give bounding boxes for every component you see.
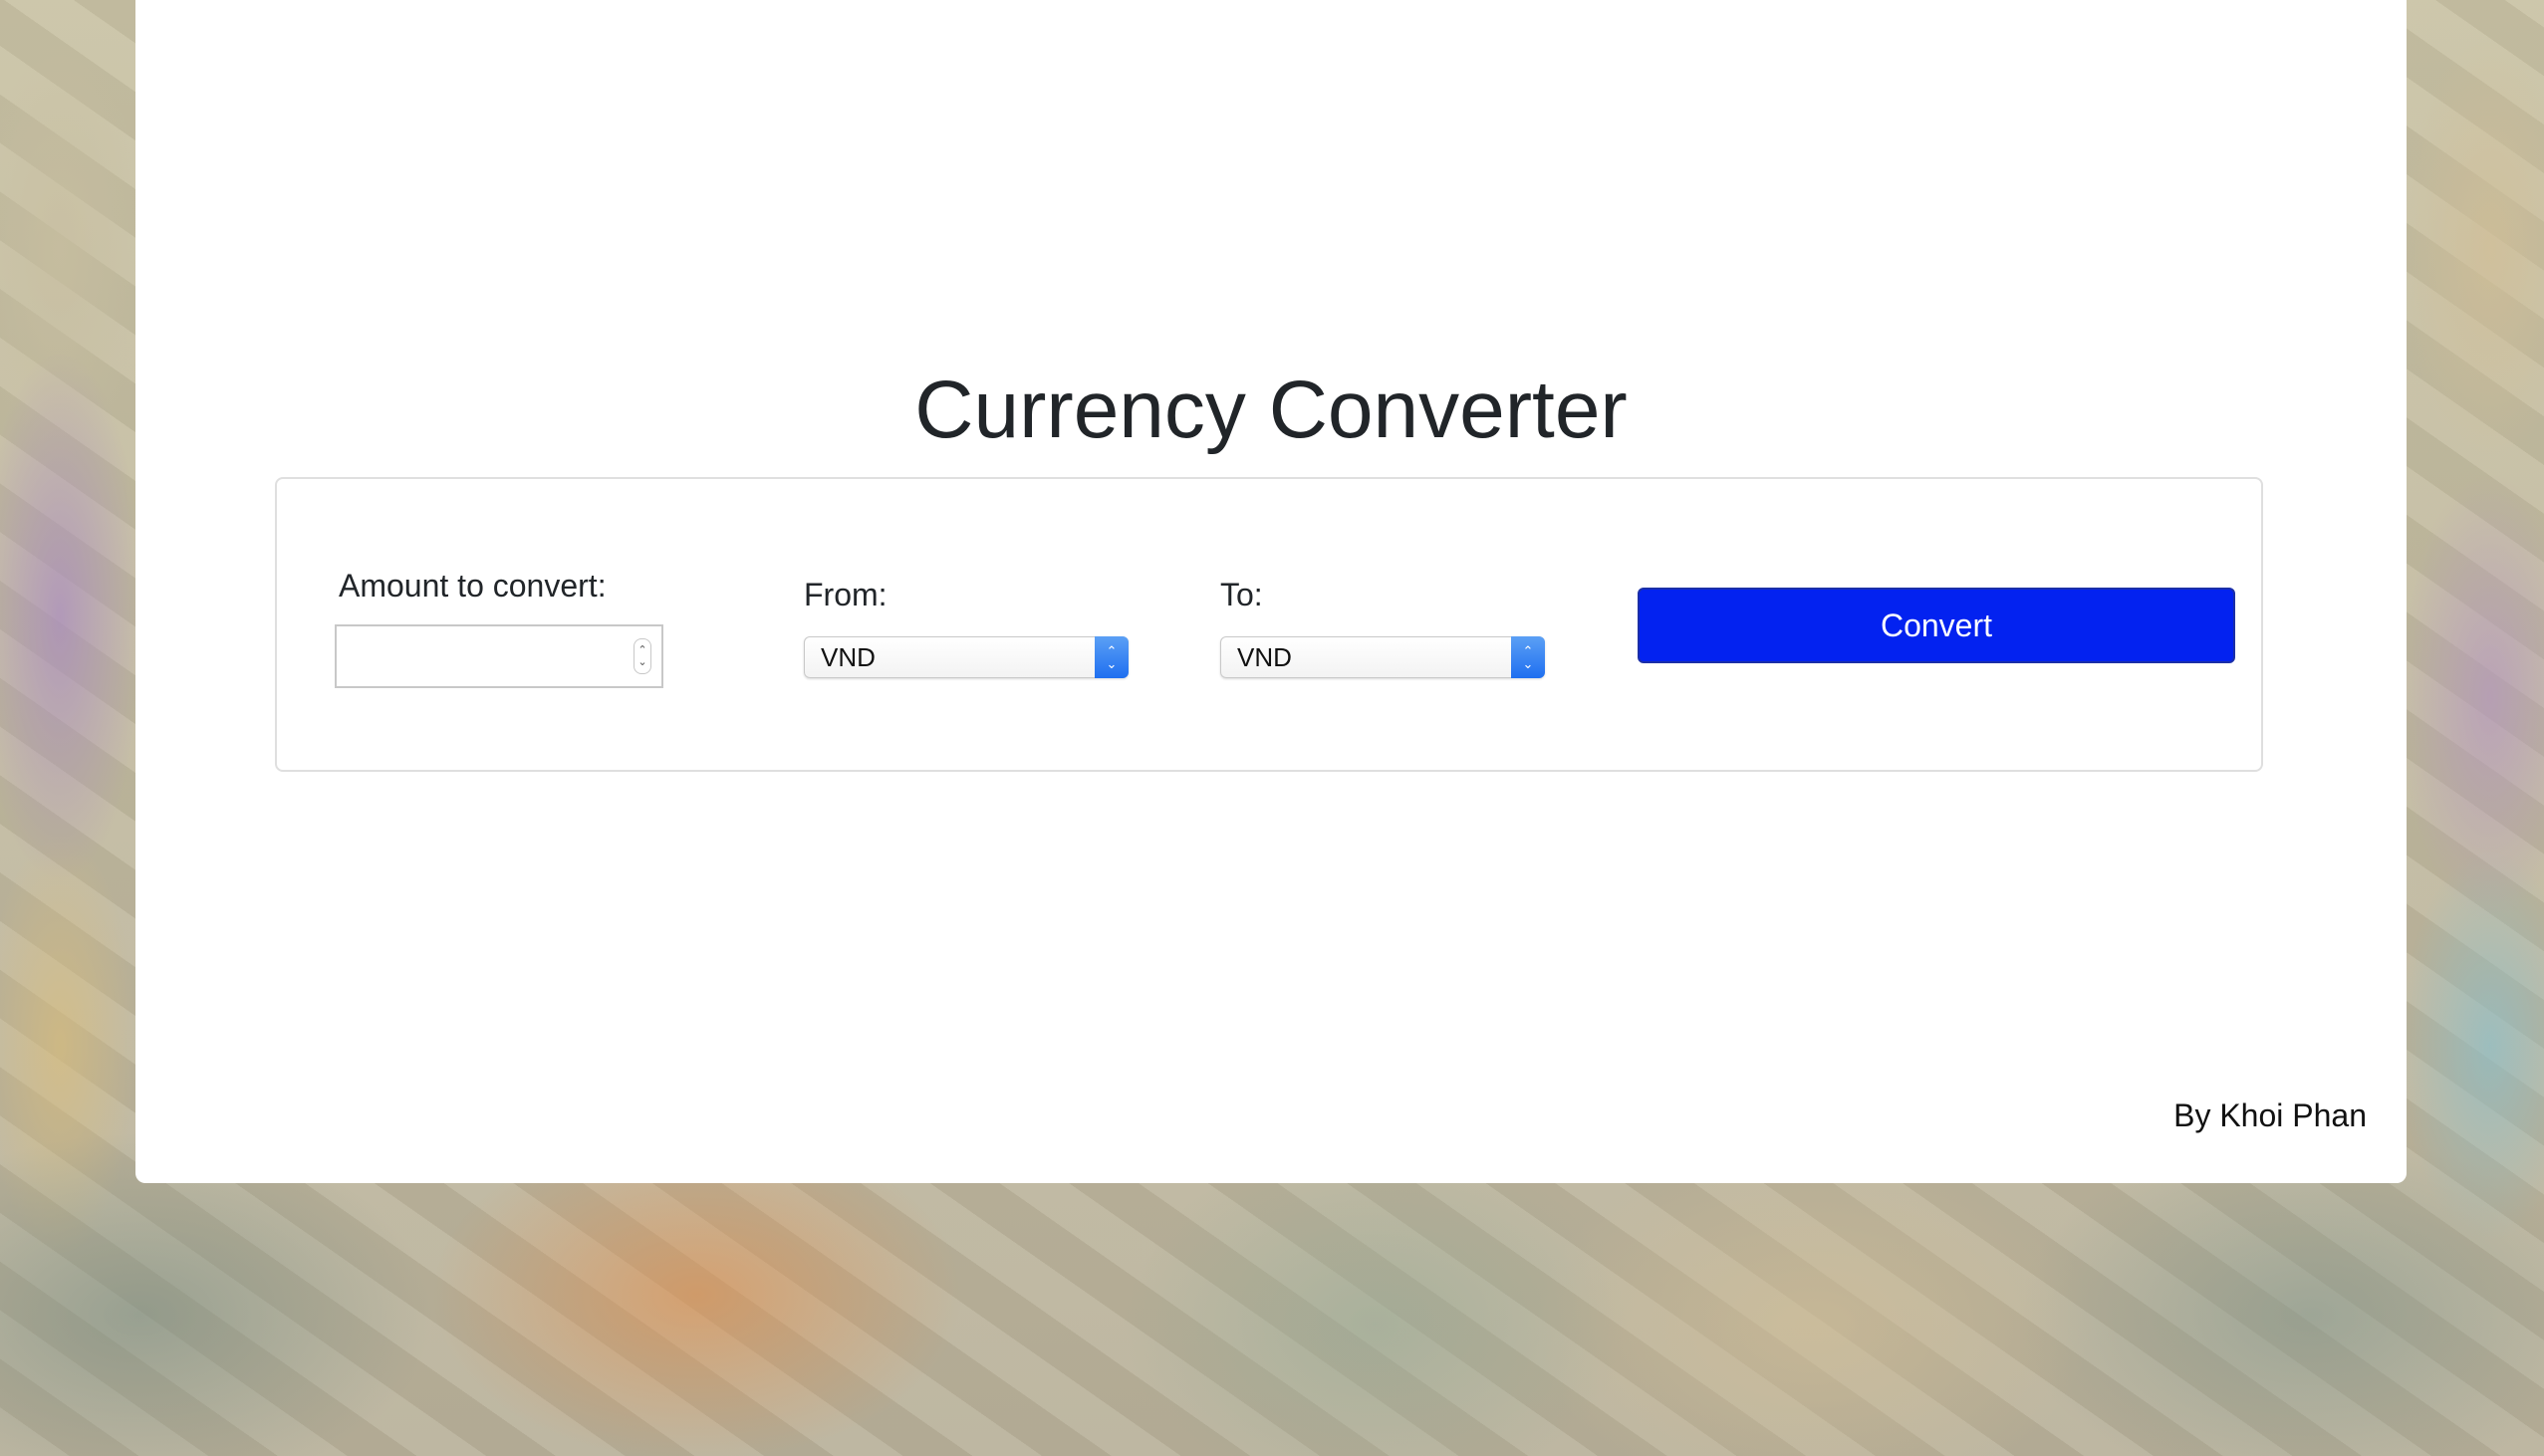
amount-input[interactable]: ⌃ ⌄ xyxy=(335,624,663,688)
chevron-updown-icon[interactable]: ⌃ ⌄ xyxy=(1095,636,1129,678)
from-label: From: xyxy=(804,577,888,612)
page-title: Currency Converter xyxy=(914,364,1628,455)
convert-button[interactable]: Convert xyxy=(1638,588,2235,663)
chevron-updown-icon[interactable]: ⌃ ⌄ xyxy=(1511,636,1545,678)
chevron-down-icon[interactable]: ⌄ xyxy=(637,656,646,668)
main-panel: Currency Converter Amount to convert: ⌃ … xyxy=(135,0,2407,1183)
to-currency-select[interactable]: VND ⌃ ⌄ xyxy=(1220,636,1545,678)
to-label: To: xyxy=(1220,577,1263,612)
chevron-up-icon[interactable]: ⌃ xyxy=(637,644,646,656)
author-credit: By Khoi Phan xyxy=(2173,1097,2367,1133)
to-currency-value: VND xyxy=(1237,642,1292,672)
number-stepper[interactable]: ⌃ ⌄ xyxy=(634,638,651,674)
from-currency-select[interactable]: VND ⌃ ⌄ xyxy=(804,636,1129,678)
amount-label: Amount to convert: xyxy=(339,568,607,604)
from-currency-value: VND xyxy=(821,642,876,672)
